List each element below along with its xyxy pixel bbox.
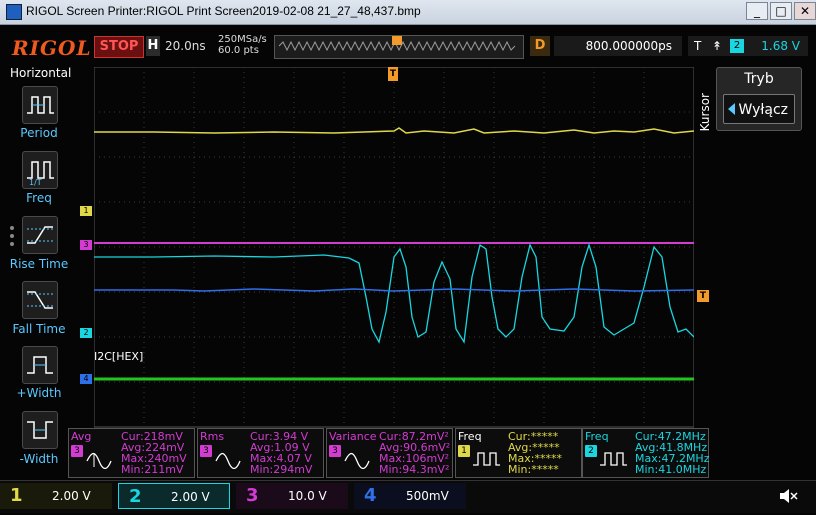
measurement-rms[interactable]: Rms 3 Cur:3.94 V Avg:1.09 V Max:4.07 V Min:…	[197, 428, 324, 478]
app-icon	[6, 4, 22, 20]
rise-time-icon	[27, 226, 53, 244]
measurement-source-badge: 3	[329, 445, 341, 457]
measurement-source-badge: 1	[458, 445, 470, 457]
measurement-source-badge: 3	[200, 445, 212, 457]
memory-overview-waveform	[278, 36, 516, 52]
rise-time-button[interactable]	[22, 216, 58, 254]
channel-2-tab[interactable]: 2 2.00 V	[118, 483, 230, 509]
frequency-icon	[473, 452, 500, 466]
minimize-button[interactable]: _	[746, 2, 768, 20]
close-button[interactable]: ✕	[794, 2, 816, 20]
rising-edge-icon: ↟	[712, 39, 723, 53]
ch4-trace	[94, 288, 695, 292]
window-titlebar: RIGOL Screen Printer:RIGOL Print Screen2…	[0, 0, 816, 25]
variance-icon	[344, 452, 370, 469]
waveform-graticule	[93, 66, 695, 428]
fall-time-button[interactable]	[22, 281, 58, 319]
trigger-position-marker[interactable]: T	[388, 67, 398, 81]
frequency-icon	[600, 452, 627, 466]
timebase-value: 20.0ns	[165, 39, 206, 53]
trigger-status[interactable]: T ↟ 2 1.68 V	[688, 36, 808, 56]
waveform-display[interactable]	[93, 66, 695, 478]
acquisition-info: 250MSa/s 60.0 pts	[218, 34, 267, 56]
cursor-mode-value: Wyłącz	[723, 94, 795, 124]
frequency-icon: 1/T	[27, 161, 54, 187]
speaker-muted-icon[interactable]	[778, 486, 798, 510]
average-icon	[86, 452, 112, 469]
trigger-label: T	[694, 39, 702, 53]
sample-rate: 250MSa/s	[218, 34, 267, 45]
delay-label: D	[530, 36, 550, 56]
channel-4-tab[interactable]: 4 500mV	[354, 483, 466, 509]
measurement-values: Cur:87.2mV² Avg:90.6mV² Max:106mV² Min:94.3…	[379, 430, 451, 476]
measurement-freq-ch2[interactable]: Freq 2 Cur:47.2MHz Avg:41.8MHz Max:47.2MHz…	[582, 428, 709, 478]
ch2-offset-marker[interactable]: 2	[80, 328, 92, 338]
frequency-label: Freq	[26, 191, 52, 205]
menu-title: Horizontal	[10, 66, 72, 80]
rise-time-label: Rise Time	[9, 257, 69, 271]
ch1-offset-marker[interactable]: 1	[80, 206, 92, 216]
measurement-values: Cur:218mV Avg:224mV Max:240mV Min:211mV	[121, 430, 187, 476]
trigger-level: 1.68 V	[761, 39, 800, 53]
measurement-values: Cur:***** Avg:***** Max:***** Min:*****	[508, 430, 562, 476]
ch3-offset-marker[interactable]: 3	[80, 240, 92, 250]
memory-overview-bar	[274, 35, 524, 59]
menu-page-dots	[10, 226, 16, 250]
period-button[interactable]	[22, 86, 58, 124]
horizontal-measure-menu: Horizontal Period 1/T Freq Rise Time Fal…	[8, 64, 72, 474]
measurement-variance[interactable]: Variance 3 Cur:87.2mV² Avg:90.6mV² Max:106…	[326, 428, 453, 478]
positive-width-button[interactable]	[22, 346, 58, 384]
measurement-name: Freq	[585, 430, 609, 443]
measurement-avg[interactable]: Avg 3 Cur:218mV Avg:224mV Max:240mV Min:211…	[68, 428, 195, 478]
negative-width-label: -Width	[19, 452, 59, 466]
run-stop-status[interactable]: STOP	[94, 36, 144, 58]
frequency-button[interactable]: 1/T	[22, 151, 58, 189]
negative-width-button[interactable]	[22, 411, 58, 449]
measurement-freq-ch1[interactable]: Freq 1 Cur:***** Avg:***** Max:***** Min:**…	[455, 428, 582, 478]
trigger-source-badge: 2	[730, 39, 744, 53]
maximize-button[interactable]: □	[770, 2, 792, 20]
measurement-values: Cur:3.94 V Avg:1.09 V Max:4.07 V Min:294mV	[250, 430, 313, 476]
memory-trigger-marker	[392, 36, 402, 45]
decoder-label: I2C[HEX]	[94, 350, 144, 363]
fall-time-label: Fall Time	[12, 322, 66, 336]
measurement-values: Cur:47.2MHz Avg:41.8MHz Max:47.2MHz Min:41.…	[635, 430, 710, 476]
measurement-source-badge: 2	[585, 445, 597, 457]
ch4-offset-marker[interactable]: 4	[80, 374, 92, 384]
channel-3-tab[interactable]: 3 10.0 V	[236, 483, 348, 509]
measurement-source-badge: 3	[71, 445, 83, 457]
delay-value[interactable]: 800.000000ps	[554, 36, 682, 56]
measurement-name: Avg	[71, 430, 92, 443]
period-label: Period	[20, 126, 58, 140]
rigol-logo: RIGOL	[12, 36, 92, 60]
memory-depth: 60.0 pts	[218, 45, 259, 56]
horizontal-mode-badge: H	[146, 36, 160, 56]
cursor-menu: Kursor Tryb Wyłącz	[696, 67, 808, 187]
fall-time-icon	[27, 291, 53, 309]
period-icon	[27, 96, 54, 114]
positive-width-icon	[27, 356, 53, 374]
channel-1-tab[interactable]: 1 2.00 V	[0, 483, 112, 509]
measurement-name: Freq	[458, 430, 482, 443]
cursor-mode-arrow-icon	[728, 103, 735, 115]
svg-text:1/T: 1/T	[29, 178, 42, 187]
scope-top-bar: RIGOL STOP H 20.0ns 250MSa/s 60.0 pts D …	[8, 34, 808, 60]
negative-width-icon	[27, 421, 53, 439]
cursor-menu-title: Kursor	[698, 93, 712, 132]
measurement-name: Rms	[200, 430, 225, 443]
rms-icon	[215, 452, 241, 469]
trigger-level-marker[interactable]: T	[697, 290, 709, 302]
window-title: RIGOL Screen Printer:RIGOL Print Screen2…	[26, 4, 421, 18]
measurement-name: Variance	[329, 430, 377, 443]
positive-width-label: +Width	[16, 386, 62, 400]
cursor-mode-button[interactable]: Tryb Wyłącz	[716, 67, 802, 131]
cursor-mode-heading: Tryb	[744, 71, 774, 87]
channel-status-bar: 1 2.00 V 2 2.00 V 3 10.0 V 4 500mV	[0, 480, 816, 513]
